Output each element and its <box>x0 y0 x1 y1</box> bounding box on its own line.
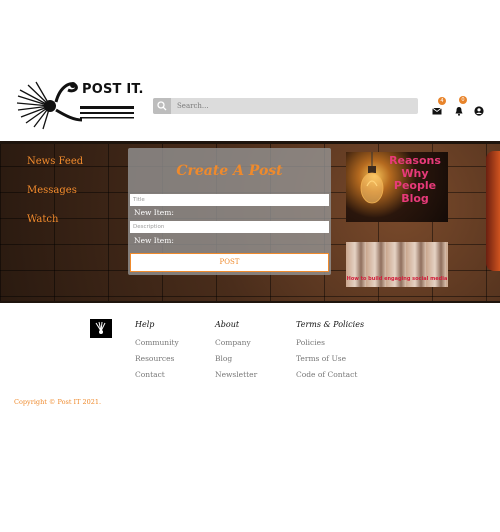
footer-link-terms-of-use[interactable]: Terms of Use <box>296 354 346 363</box>
search-icon[interactable] <box>153 98 171 114</box>
title-input[interactable] <box>130 194 329 206</box>
account-icon[interactable] <box>474 101 484 116</box>
lamp-decoration <box>486 151 500 271</box>
ad-social-media[interactable]: How to build engaging social media <box>346 242 448 287</box>
post-button[interactable]: POST <box>130 253 329 272</box>
footer-link-newsletter[interactable]: Newsletter <box>215 370 257 379</box>
footer-link-blog[interactable]: Blog <box>215 354 232 363</box>
nav-news-feed[interactable]: News Feed <box>27 156 83 167</box>
search-bar[interactable] <box>153 98 418 114</box>
footer-link-code-of-contact[interactable]: Code of Contact <box>296 370 357 379</box>
nav-messages[interactable]: Messages <box>27 185 77 196</box>
footer-link-resources[interactable]: Resources <box>135 354 174 363</box>
nav-watch[interactable]: Watch <box>27 214 58 225</box>
ad-reasons-why-people-blog[interactable]: Reasons Why People Blog <box>346 152 448 222</box>
footer-logo[interactable] <box>90 319 112 338</box>
footer-link-company[interactable]: Company <box>215 338 251 347</box>
ad2-text: How to build engaging social media <box>346 276 448 282</box>
mail-badge: 4 <box>438 97 446 105</box>
notification-badge: 0 <box>459 96 467 104</box>
create-post-title: Create A Post <box>176 163 283 179</box>
footer-terms-heading: Terms & Policies <box>296 320 365 329</box>
footer-link-policies[interactable]: Policies <box>296 338 325 347</box>
footer-link-community[interactable]: Community <box>135 338 179 347</box>
ad1-text: Reasons Why People Blog <box>389 154 441 205</box>
footer-link-contact[interactable]: Contact <box>135 370 165 379</box>
peacock-logo-icon <box>95 321 106 334</box>
search-input[interactable] <box>177 98 407 114</box>
copyright: Copyright © Post IT 2021. <box>14 398 102 406</box>
description-input[interactable] <box>130 221 329 233</box>
footer-help-heading: Help <box>135 320 155 329</box>
footer-about-heading: About <box>215 320 240 329</box>
new-item-label-2: New Item: <box>134 236 174 245</box>
new-item-label: New Item: <box>134 208 174 217</box>
brand-name: POST IT. <box>82 82 144 97</box>
